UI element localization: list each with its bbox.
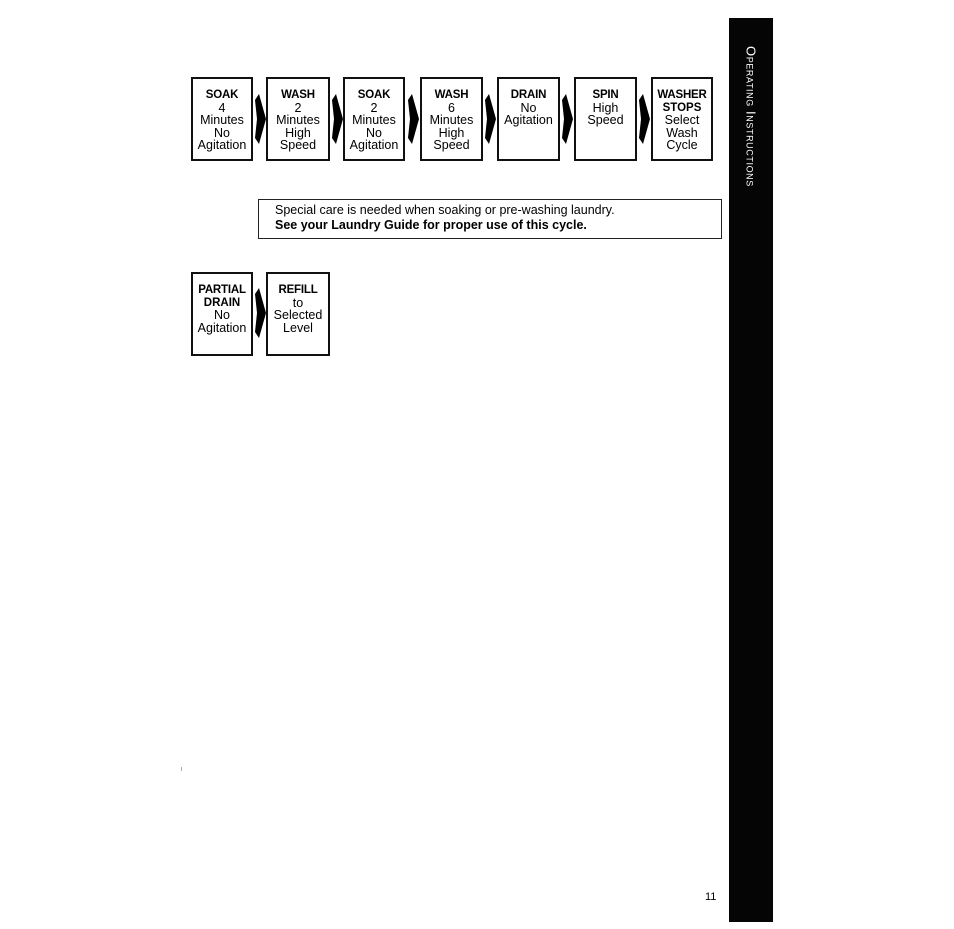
step-line: Minutes xyxy=(200,113,244,127)
sub-step-partial-drain: PARTIAL DRAIN No Agitation xyxy=(191,272,253,356)
arrow-right-icon xyxy=(254,94,266,144)
step-heading: PARTIAL xyxy=(198,284,246,296)
step-heading: SPIN xyxy=(592,89,619,101)
step-heading: WASH xyxy=(434,89,469,101)
step-heading: WASH xyxy=(281,89,315,101)
cycle-step-drain: DRAIN No Agitation xyxy=(497,77,560,161)
cycle-step-wash-2: WASH 2 Minutes High Speed xyxy=(266,77,330,161)
sidebar-title: Operating Instructions xyxy=(743,46,759,187)
step-line: Select xyxy=(664,113,700,127)
step-line: Agitation xyxy=(197,138,247,152)
notice-box: Special care is needed when soaking or p… xyxy=(258,199,722,239)
notice-bold-text: See your Laundry Guide for proper use of… xyxy=(275,218,587,232)
step-line: Cycle xyxy=(666,138,698,152)
step-line: Agitation xyxy=(504,113,553,127)
step-line: Agitation xyxy=(197,320,247,335)
page-number: 11 xyxy=(705,891,717,903)
step-line: Level xyxy=(283,320,313,335)
sub-step-refill: REFILL to Selected Level xyxy=(266,272,330,356)
arrow-right-icon xyxy=(254,288,266,338)
step-heading: WASHER xyxy=(657,89,707,101)
step-line: Selected xyxy=(273,308,323,322)
notice-text: Special care is needed when soaking or p… xyxy=(275,203,615,217)
section-sidebar-tab: Operating Instructions xyxy=(729,18,773,922)
step-line: Speed xyxy=(433,138,470,152)
arrow-right-icon xyxy=(561,94,573,144)
arrow-right-icon xyxy=(484,94,496,144)
step-heading: REFILL xyxy=(278,284,318,296)
step-heading: SOAK xyxy=(357,89,391,101)
arrow-right-icon xyxy=(407,94,419,144)
step-line: Minutes xyxy=(276,113,320,127)
step-line: No xyxy=(214,308,230,322)
cycle-step-soak-2: SOAK 2 Minutes No Agitation xyxy=(343,77,405,161)
scan-artifact xyxy=(181,767,182,771)
step-line: Minutes xyxy=(429,113,474,127)
cycle-step-soak-4: SOAK 4 Minutes No Agitation xyxy=(191,77,253,161)
cycle-step-washer-stops: WASHER STOPS Select Wash Cycle xyxy=(651,77,713,161)
arrow-right-icon xyxy=(331,94,343,144)
step-heading: SOAK xyxy=(205,89,239,101)
cycle-step-wash-6: WASH 6 Minutes High Speed xyxy=(420,77,483,161)
step-line: Speed xyxy=(587,113,624,127)
step-line: Agitation xyxy=(349,138,399,152)
step-heading: DRAIN xyxy=(510,89,547,101)
step-line: Speed xyxy=(279,138,317,152)
cycle-step-spin: SPIN High Speed xyxy=(574,77,637,161)
arrow-right-icon xyxy=(638,94,650,144)
step-line: Minutes xyxy=(352,113,396,127)
